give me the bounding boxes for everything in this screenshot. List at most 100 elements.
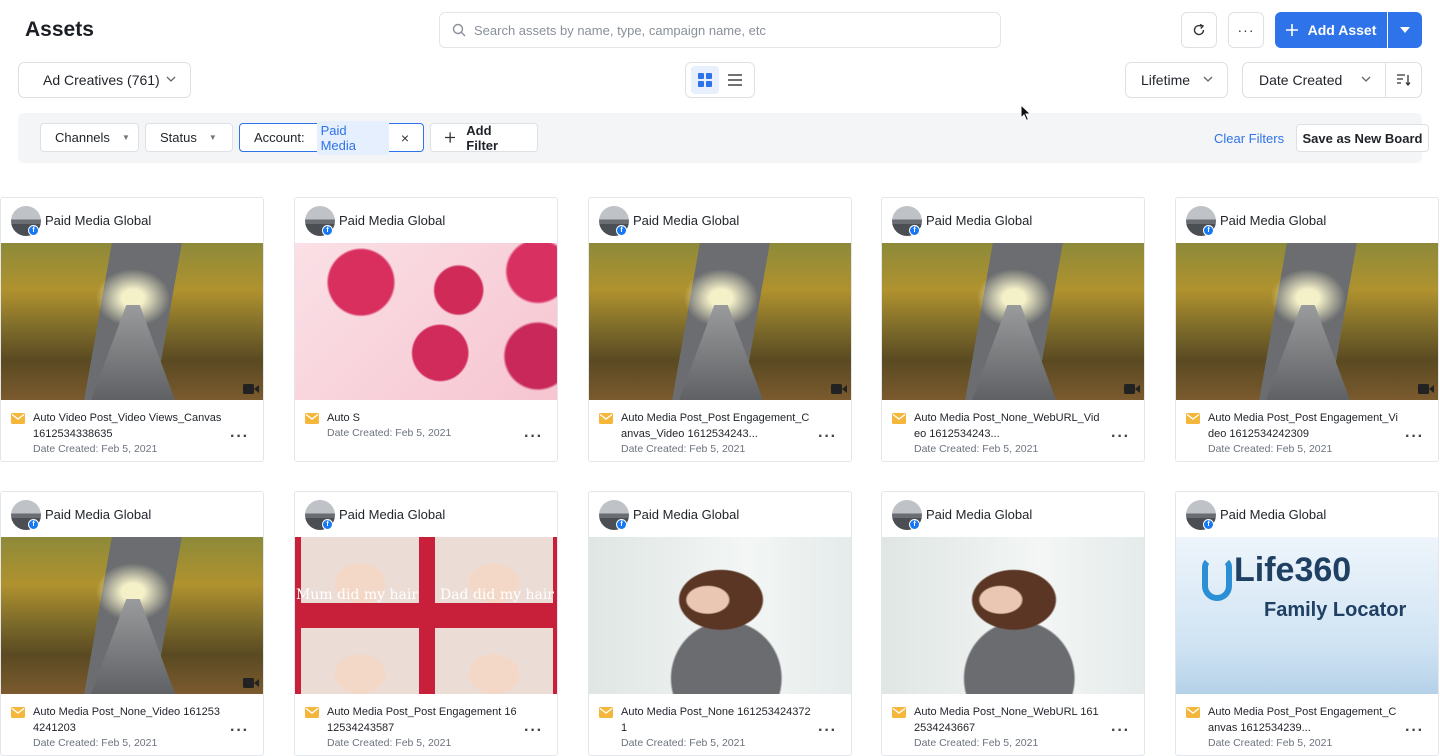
asset-thumbnail[interactable]: [1176, 243, 1438, 400]
sort-dropdown[interactable]: Date Created: [1242, 62, 1386, 98]
asset-date: Date Created: Feb 5, 2021: [33, 737, 158, 749]
card-more-button[interactable]: ···: [818, 428, 837, 446]
caret-down-icon: ▼: [208, 133, 217, 142]
asset-date: Date Created: Feb 5, 2021: [621, 443, 746, 455]
channels-filter[interactable]: Channels ▼: [40, 123, 139, 152]
page-title: Assets: [25, 18, 94, 41]
caret-down-icon: [1400, 27, 1410, 33]
status-filter[interactable]: Status ▼: [145, 123, 233, 152]
asset-card[interactable]: f Paid Media Global Auto Media Post_None_W…: [881, 491, 1145, 756]
facebook-icon: f: [28, 225, 39, 236]
asset-thumbnail[interactable]: [589, 537, 851, 694]
facebook-icon: f: [909, 225, 920, 236]
more-options-button[interactable]: ···: [1228, 12, 1264, 48]
list-icon: [728, 74, 742, 86]
period-dropdown[interactable]: Lifetime: [1125, 62, 1228, 98]
save-as-new-board-button[interactable]: Save as New Board: [1296, 124, 1429, 152]
card-header: f Paid Media Global: [1176, 198, 1438, 243]
asset-thumbnail[interactable]: [1, 243, 263, 400]
asset-thumbnail[interactable]: [1, 537, 263, 694]
add-filter-button[interactable]: Add Filter: [430, 123, 538, 153]
asset-date: Date Created: Feb 5, 2021: [33, 443, 158, 455]
card-more-button[interactable]: ···: [524, 428, 543, 446]
card-body: Auto Video Post_Video Views_Canvas 16125…: [1, 400, 263, 461]
account-name: Paid Media Global: [339, 213, 446, 228]
card-header: f Paid Media Global: [882, 492, 1144, 537]
card-body: Auto Media Post_None 1612534243721 Date C…: [589, 694, 851, 755]
card-body: Auto S Date Created: Feb 5, 2021 ···: [295, 400, 557, 461]
search-box[interactable]: [439, 12, 1001, 48]
clear-filters-link[interactable]: Clear Filters: [1214, 131, 1284, 146]
chevron-down-icon: [1361, 76, 1371, 82]
channels-filter-label: Channels: [55, 130, 110, 145]
asset-name: Auto Media Post_Post Engagement_Video 16…: [1208, 412, 1398, 440]
card-body: Auto Media Post_Post Engagement_Canvas 1…: [1176, 694, 1438, 755]
thumbnail-caption: Dad did my hair: [439, 587, 554, 603]
refresh-icon: [1193, 23, 1205, 36]
asset-card[interactable]: f Paid Media Global Auto Media Post_None_W…: [881, 197, 1145, 462]
card-header: f Paid Media Global: [1176, 492, 1438, 537]
video-camera-icon: [1124, 384, 1140, 394]
refresh-button[interactable]: [1181, 12, 1217, 48]
chevron-down-icon: [1203, 76, 1213, 82]
account-name: Paid Media Global: [45, 507, 152, 522]
account-filter[interactable]: Account: Paid Media ×: [239, 120, 424, 155]
asset-name: Auto Media Post_Post Engagement_Canvas 1…: [1208, 706, 1397, 734]
list-view-button[interactable]: [721, 66, 749, 94]
card-more-button[interactable]: ···: [230, 722, 249, 740]
asset-name: Auto Media Post_None_WebURL 161253424366…: [914, 706, 1099, 734]
card-more-button[interactable]: ···: [230, 428, 249, 446]
asset-card[interactable]: f Paid Media Global Mum did my hair Dad did…: [294, 491, 558, 756]
video-camera-icon: [831, 384, 847, 394]
asset-card[interactable]: f Paid Media Global Auto S Date Created: Fe…: [294, 197, 558, 462]
card-body: Auto Media Post_Post Engagement_Video 16…: [1176, 400, 1438, 461]
mail-icon: [599, 413, 613, 424]
asset-meta: Auto Media Post_Post Engagement_Canvas 1…: [1208, 704, 1398, 755]
asset-meta: Auto Media Post_None_WebURL 161253424366…: [914, 704, 1104, 755]
asset-thumbnail[interactable]: [882, 243, 1144, 400]
add-asset-menu-button[interactable]: [1388, 12, 1422, 48]
asset-card[interactable]: f Paid Media Global Auto Media Post_None_V…: [0, 491, 264, 756]
card-more-button[interactable]: ···: [524, 722, 543, 740]
mail-icon: [599, 707, 613, 718]
asset-card[interactable]: f Paid Media Global Life360 Family Locator A…: [1175, 491, 1439, 756]
card-more-button[interactable]: ···: [1405, 722, 1424, 740]
asset-name: Auto S: [327, 412, 361, 424]
add-asset-button[interactable]: Add Asset: [1275, 12, 1387, 48]
asset-type-value: Ad Creatives (761): [43, 72, 160, 88]
status-filter-label: Status: [160, 130, 197, 145]
asset-name: Auto Video Post_Video Views_Canvas 16125…: [33, 412, 222, 440]
mail-icon: [1186, 413, 1200, 424]
card-more-button[interactable]: ···: [818, 722, 837, 740]
plus-icon: [1285, 24, 1298, 36]
card-more-button[interactable]: ···: [1111, 428, 1130, 446]
asset-card[interactable]: f Paid Media Global Auto Video Post_Video …: [0, 197, 264, 462]
sort-order-button[interactable]: [1385, 62, 1422, 98]
card-more-button[interactable]: ···: [1405, 428, 1424, 446]
asset-type-dropdown[interactable]: Ad Creatives (761): [18, 62, 191, 98]
asset-thumbnail[interactable]: [882, 537, 1144, 694]
search-input[interactable]: [474, 22, 974, 38]
asset-card[interactable]: f Paid Media Global Auto Media Post_Post E…: [1175, 197, 1439, 462]
facebook-icon: f: [1203, 225, 1214, 236]
account-filter-value: Paid Media: [316, 120, 389, 155]
card-more-button[interactable]: ···: [1111, 722, 1130, 740]
card-body: Auto Media Post_Post Engagement_Canvas_V…: [589, 400, 851, 461]
asset-name: Auto Media Post_None_WebURL_Video 161253…: [914, 412, 1100, 440]
asset-meta: Auto Media Post_None_WebURL_Video 161253…: [914, 410, 1104, 461]
grid-view-button[interactable]: [691, 66, 719, 94]
asset-meta: Auto Media Post_Post Engagement 16125342…: [327, 704, 517, 755]
facebook-icon: f: [28, 519, 39, 530]
asset-thumbnail[interactable]: [589, 243, 851, 400]
account-name: Paid Media Global: [1220, 213, 1327, 228]
search-icon: [452, 23, 466, 37]
asset-thumbnail[interactable]: Life360 Family Locator: [1176, 537, 1438, 694]
mail-icon: [892, 707, 906, 718]
asset-name: Auto Media Post_Post Engagement 16125342…: [327, 706, 517, 734]
card-header: f Paid Media Global: [1, 492, 263, 537]
asset-card[interactable]: f Paid Media Global Auto Media Post_None 1…: [588, 491, 852, 756]
asset-thumbnail[interactable]: Mum did my hair Dad did my hair: [295, 537, 557, 694]
asset-thumbnail[interactable]: [295, 243, 557, 400]
remove-filter-icon[interactable]: ×: [401, 130, 409, 146]
asset-card[interactable]: f Paid Media Global Auto Media Post_Post E…: [588, 197, 852, 462]
